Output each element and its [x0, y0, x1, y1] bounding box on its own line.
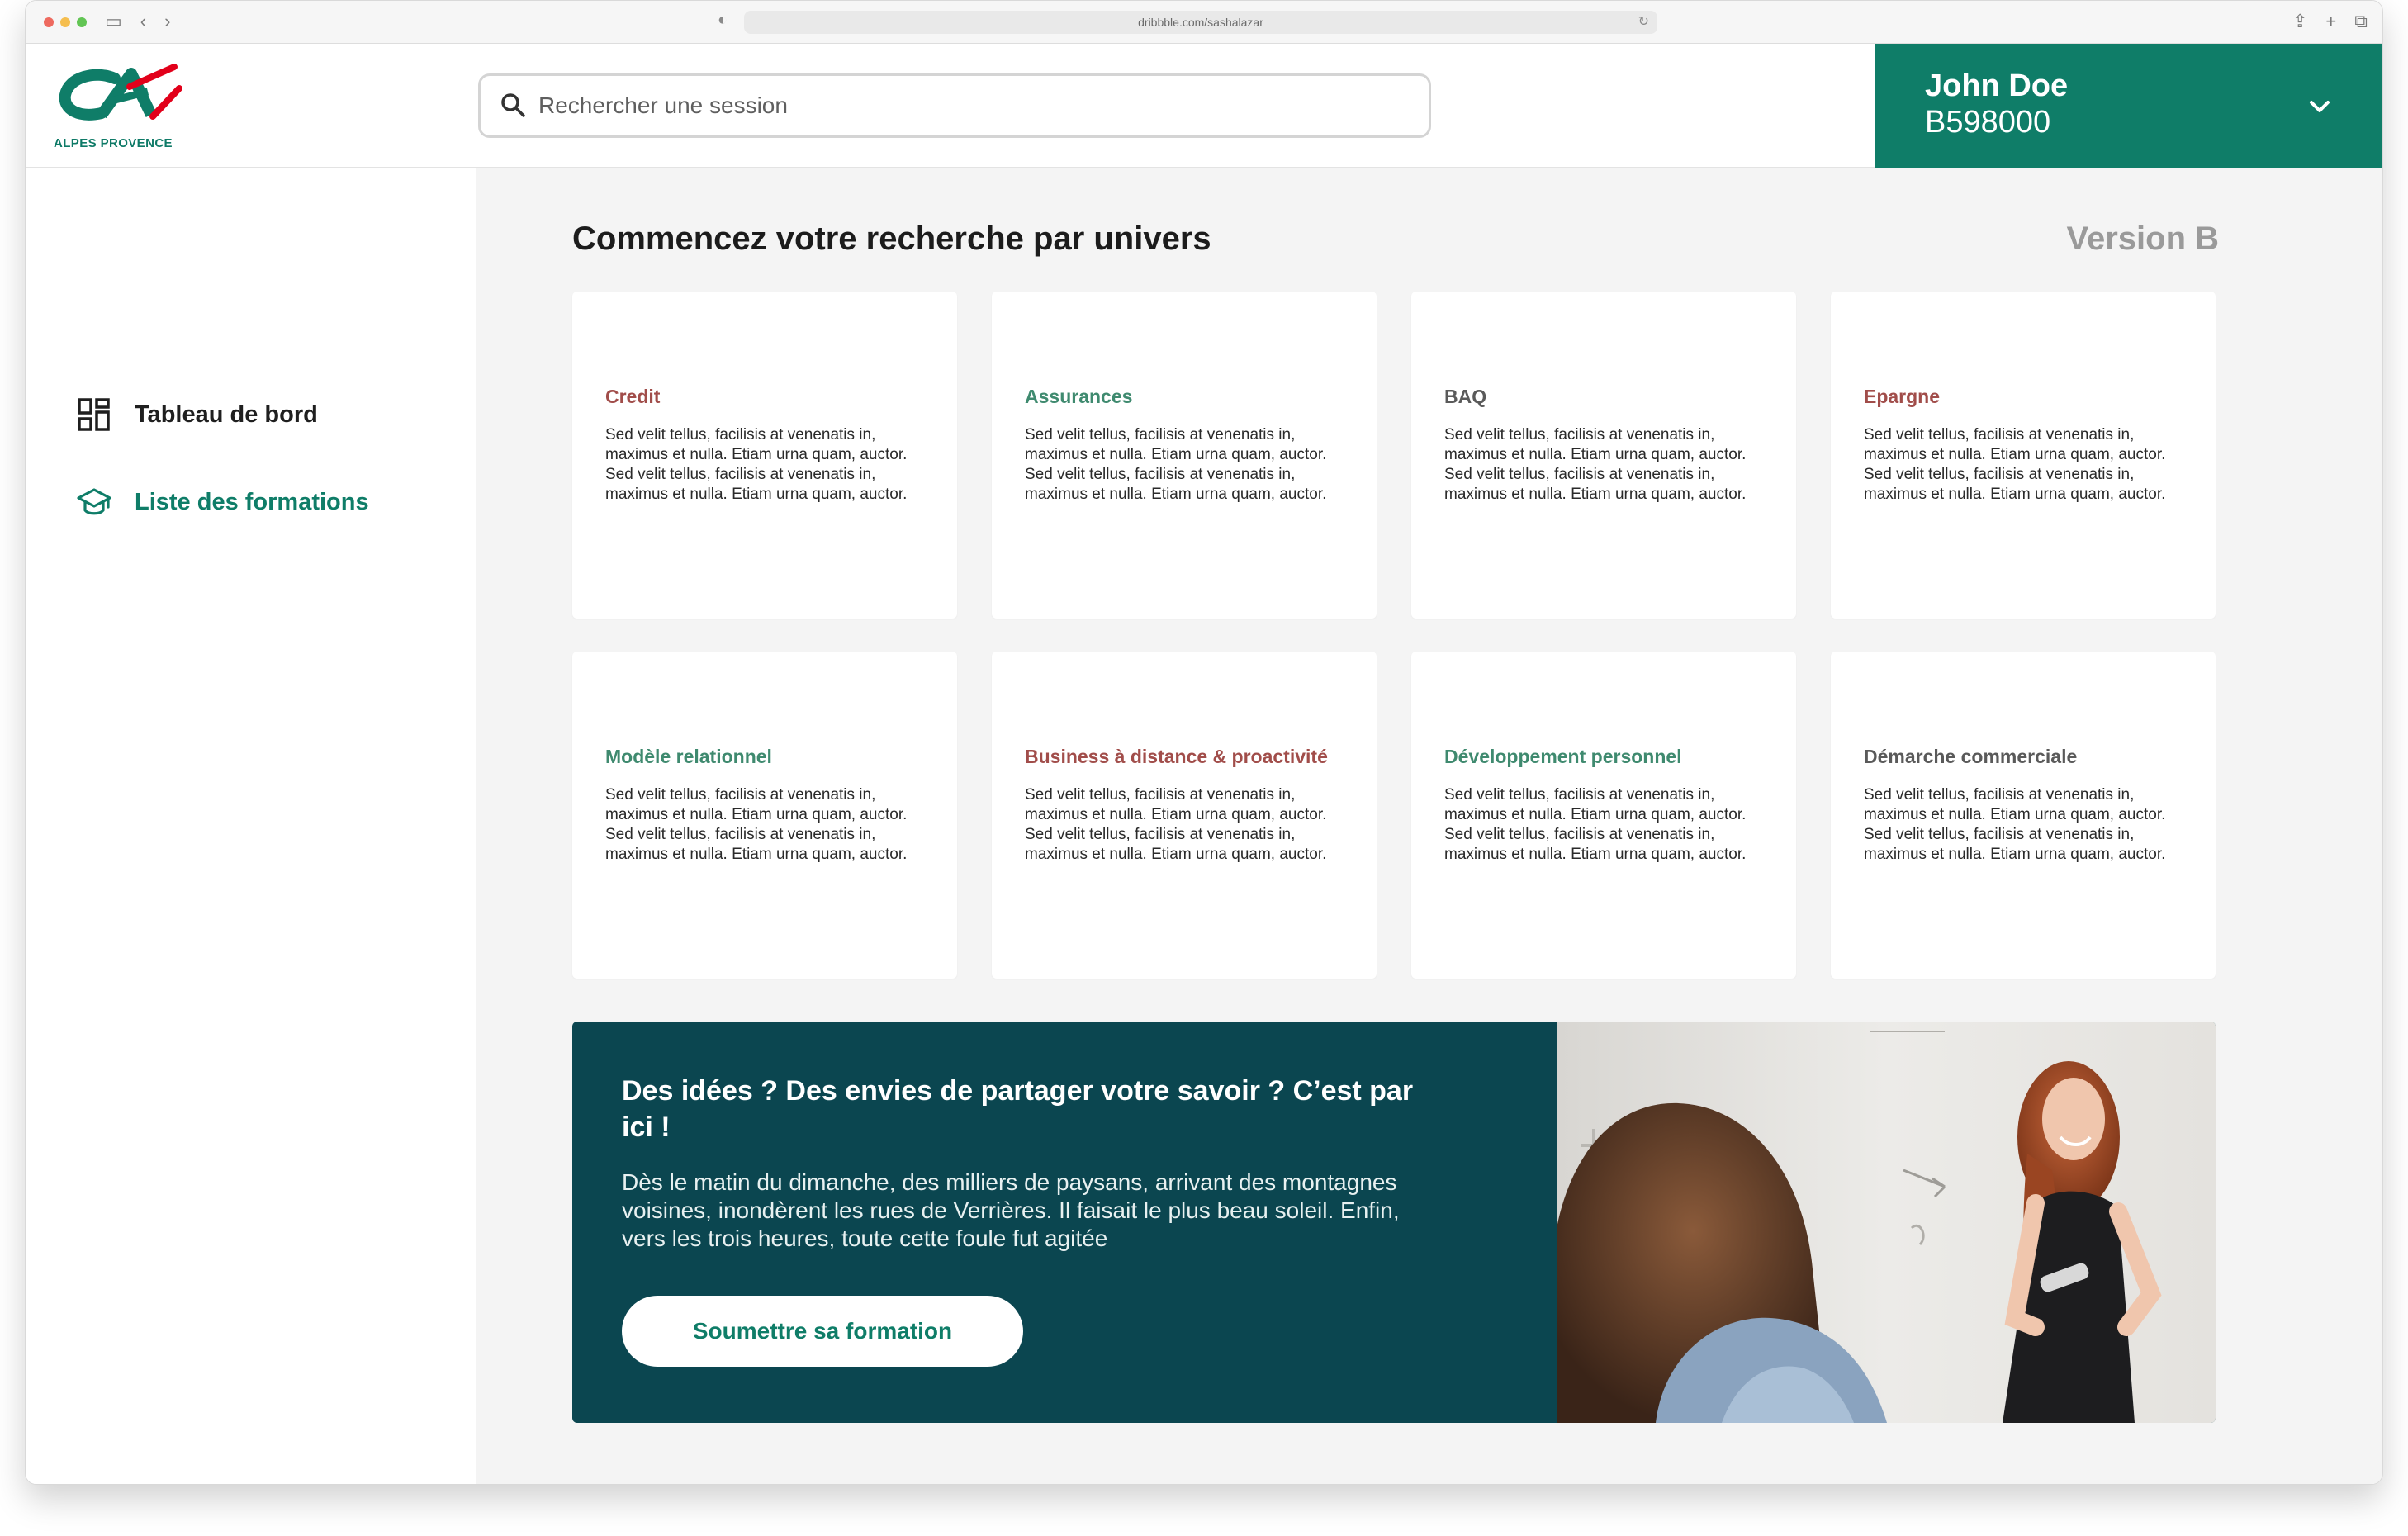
- sidebar-item-liste-des-formations[interactable]: Liste des formations: [77, 485, 369, 519]
- browser-toolbar: ▭ ‹ › ◐ dribbble.com/sashalazar ↻ ⇪ + ⧉: [26, 1, 2382, 44]
- maximize-window-button[interactable]: [77, 17, 87, 27]
- category-card-assurances[interactable]: Assurances Sed velit tellus, facilisis a…: [992, 292, 1377, 619]
- chevron-down-icon[interactable]: [2303, 90, 2336, 123]
- card-description: Sed velit tellus, facilisis at venenatis…: [1444, 426, 1747, 503]
- search-icon: [501, 93, 525, 117]
- card-title: Développement personnel: [1444, 746, 1682, 767]
- classroom-photo: [1557, 1022, 2216, 1423]
- card-title: BAQ: [1444, 386, 1487, 407]
- sidebar-item-label: Tableau de bord: [135, 401, 318, 428]
- main-content: Commencez votre recherche par univers Ve…: [476, 168, 2382, 1484]
- card-title: Epargne: [1864, 386, 1941, 407]
- address-bar[interactable]: dribbble.com/sashalazar ↻: [744, 11, 1657, 34]
- user-name: John Doe: [1925, 69, 2069, 103]
- category-card-credit[interactable]: Credit Sed velit tellus, facilisis at ve…: [572, 292, 957, 619]
- forward-icon[interactable]: ›: [164, 11, 170, 32]
- card-description: Sed velit tellus, facilisis at venenatis…: [1025, 426, 1327, 503]
- version-label: Version B: [2066, 220, 2219, 257]
- back-icon[interactable]: ‹: [140, 11, 146, 32]
- browser-nav-controls: ▭ ‹ ›: [105, 11, 170, 32]
- card-description: Sed velit tellus, facilisis at venenatis…: [605, 786, 908, 863]
- card-title: Assurances: [1025, 386, 1133, 407]
- search-input[interactable]: [538, 84, 1414, 127]
- minimize-window-button[interactable]: [60, 17, 70, 27]
- card-description: Sed velit tellus, facilisis at venenatis…: [1444, 786, 1747, 863]
- sidebar-item-tableau-de-bord[interactable]: Tableau de bord: [77, 397, 318, 432]
- share-icon[interactable]: ⇪: [2292, 11, 2307, 32]
- app-header: ALPES PROVENCE John Doe B598000: [26, 44, 2382, 168]
- tabs-overview-icon[interactable]: ⧉: [2354, 11, 2368, 32]
- dashboard-icon: [78, 398, 110, 431]
- category-grid: Credit Sed velit tellus, facilisis at ve…: [572, 292, 2216, 985]
- card-title: Modèle relationnel: [605, 746, 772, 767]
- card-description: Sed velit tellus, facilisis at venenatis…: [605, 426, 908, 503]
- browser-actions: ⇪ + ⧉: [2292, 11, 2368, 32]
- user-id: B598000: [1925, 105, 2051, 140]
- card-description: Sed velit tellus, facilisis at venenatis…: [1864, 786, 2166, 863]
- sidebar-item-label: Liste des formations: [135, 488, 369, 515]
- browser-window: ▭ ‹ › ◐ dribbble.com/sashalazar ↻ ⇪ + ⧉ …: [25, 0, 2383, 1485]
- category-card-baq[interactable]: BAQ Sed velit tellus, facilisis at venen…: [1411, 292, 1796, 619]
- banner-title: Des idées ? Des envies de partager votre…: [622, 1075, 1414, 1143]
- card-description: Sed velit tellus, facilisis at venenatis…: [1864, 426, 2166, 503]
- reload-icon[interactable]: ↻: [1638, 11, 1649, 34]
- card-title: Démarche commerciale: [1864, 746, 2078, 767]
- card-description: Sed velit tellus, facilisis at venenatis…: [1025, 786, 1327, 863]
- sidebar-toggle-icon[interactable]: ▭: [105, 11, 122, 32]
- submit-training-button[interactable]: Soumettre sa formation: [622, 1296, 1023, 1367]
- search-box[interactable]: [478, 73, 1431, 138]
- logo-text: ALPES PROVENCE: [54, 136, 173, 150]
- category-card-demarche-commerciale[interactable]: Démarche commerciale Sed velit tellus, f…: [1831, 652, 2216, 979]
- category-card-developpement-personnel[interactable]: Développement personnel Sed velit tellus…: [1411, 652, 1796, 979]
- banner-text: Dès le matin du dimanche, des milliers d…: [622, 1169, 1400, 1251]
- category-card-business-a-distance[interactable]: Business à distance & proactivité Sed ve…: [992, 652, 1377, 979]
- card-title: Credit: [605, 386, 661, 407]
- sidebar: Tableau de bord Liste des formations: [26, 168, 476, 1484]
- privacy-shield-icon[interactable]: ◐: [718, 11, 728, 30]
- user-menu[interactable]: John Doe B598000: [1875, 44, 2382, 168]
- graduation-cap-icon: [77, 488, 111, 515]
- window-controls: [44, 17, 87, 27]
- new-tab-icon[interactable]: +: [2325, 11, 2336, 32]
- close-window-button[interactable]: [44, 17, 54, 27]
- card-title: Business à distance & proactivité: [1025, 746, 1328, 767]
- page-title: Commencez votre recherche par univers: [572, 220, 1211, 257]
- url-text: dribbble.com/sashalazar: [1138, 16, 1263, 29]
- category-card-modele-relationnel[interactable]: Modèle relationnel Sed velit tellus, fac…: [572, 652, 957, 979]
- share-knowledge-banner: Des idées ? Des envies de partager votre…: [572, 1022, 2216, 1423]
- category-card-epargne[interactable]: Epargne Sed velit tellus, facilisis at v…: [1831, 292, 2216, 619]
